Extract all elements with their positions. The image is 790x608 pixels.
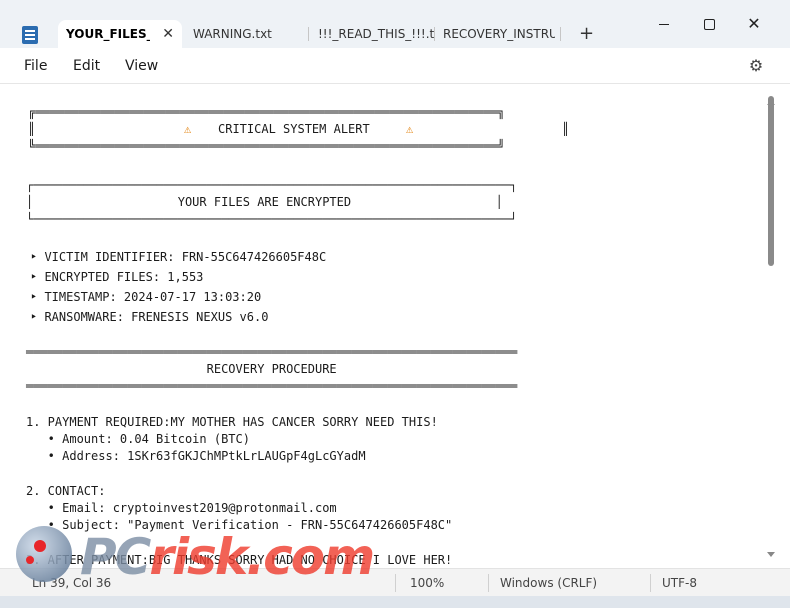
tab-recovery-instructions[interactable]: RECOVERY_INSTRUCT	[435, 20, 557, 48]
tab-warning[interactable]: WARNING.txt	[185, 20, 307, 48]
contact-header: 2. CONTACT:	[26, 484, 106, 498]
contact-email: • Email: cryptoinvest2019@protonmail.com	[26, 501, 337, 515]
warning-icon: ⚠	[406, 122, 414, 136]
status-separator	[650, 574, 651, 592]
tab-label: RECOVERY_INSTRUCT	[443, 27, 555, 41]
contact-subject: • Subject: "Payment Verification - FRN-5…	[26, 518, 453, 532]
timestamp: ‣ TIMESTAMP: 2024-07-17 13:03:20	[30, 290, 262, 304]
tab-label: YOUR_FILES_A	[66, 27, 150, 41]
tab-separator	[308, 27, 309, 41]
tab-separator	[560, 27, 561, 41]
payment-address: • Address: 1SKr63fGKJChMPtkLrLAUGpF4gLcG…	[26, 449, 366, 463]
line-ending: Windows (CRLF)	[500, 576, 598, 590]
alert-title: CRITICAL SYSTEM ALERT	[218, 122, 370, 136]
tab-label: WARNING.txt	[193, 27, 272, 41]
alert-box-bottom: ╚═══════════════════════════════════════…	[28, 139, 505, 153]
encrypted-box-top: ┌───────────────────────────────────────…	[26, 178, 518, 192]
payment-header: 1. PAYMENT REQUIRED:MY MOTHER HAS CANCER…	[26, 415, 438, 429]
encrypted-heading: │ YOUR FILES ARE ENCRYPTED │	[26, 195, 503, 209]
encrypted-box-bottom: └───────────────────────────────────────…	[26, 212, 518, 226]
close-tab-icon[interactable]: ✕	[162, 20, 174, 48]
settings-gear-icon[interactable]: ⚙	[747, 57, 765, 75]
text-editor[interactable]: ╔═══════════════════════════════════════…	[0, 84, 765, 568]
window-bottom-edge	[0, 596, 790, 608]
new-tab-button[interactable]: +	[579, 20, 594, 48]
status-separator	[488, 574, 489, 592]
notepad-app-icon	[22, 26, 38, 44]
alert-box-right: ║	[562, 122, 570, 136]
divider-rule: ════════════════════════════════════════…	[26, 379, 518, 393]
menu-bar: File Edit View ⚙	[0, 48, 790, 84]
status-bar: Ln 39, Col 36 100% Windows (CRLF) UTF-8	[0, 568, 790, 596]
scroll-thumb[interactable]	[768, 96, 774, 266]
menu-view[interactable]: View	[125, 58, 158, 74]
payment-amount: • Amount: 0.04 Bitcoin (BTC)	[26, 432, 250, 446]
divider-rule: ════════════════════════════════════════…	[26, 345, 518, 359]
encrypted-files-count: ‣ ENCRYPTED FILES: 1,553	[30, 270, 204, 284]
vertical-scrollbar[interactable]	[765, 84, 777, 568]
warning-icon: ⚠	[184, 122, 192, 136]
victim-identifier: ‣ VICTIM IDENTIFIER: FRN-55C647426605F48…	[30, 250, 327, 264]
title-bar: YOUR_FILES_A ✕ WARNING.txt !!!_READ_THIS…	[0, 0, 790, 48]
menu-file[interactable]: File	[24, 58, 47, 74]
status-separator	[395, 574, 396, 592]
menu-edit[interactable]: Edit	[73, 58, 100, 74]
maximize-button[interactable]	[699, 14, 719, 34]
tab-your-files[interactable]: YOUR_FILES_A ✕	[58, 20, 182, 48]
close-window-button[interactable]: ✕	[744, 14, 764, 34]
cursor-position: Ln 39, Col 36	[32, 576, 112, 590]
ransomware-name: ‣ RANSOMWARE: FRENESIS NEXUS v6.0	[30, 310, 269, 324]
procedure-title: RECOVERY PROCEDURE	[26, 362, 337, 376]
after-payment: 3. AFTER PAYMENT:BIG THANKS SORRY HAD NO…	[26, 553, 453, 567]
tab-label: !!!_READ_THIS_!!!.txt	[318, 27, 434, 41]
alert-box-top: ╔═══════════════════════════════════════…	[28, 105, 505, 119]
alert-box-left: ║	[28, 122, 36, 136]
tab-read-this[interactable]: !!!_READ_THIS_!!!.txt	[310, 20, 434, 48]
zoom-level: 100%	[410, 576, 445, 590]
encoding: UTF-8	[662, 576, 697, 590]
scroll-down-arrow-icon[interactable]	[767, 552, 775, 557]
minimize-button[interactable]	[654, 14, 674, 34]
